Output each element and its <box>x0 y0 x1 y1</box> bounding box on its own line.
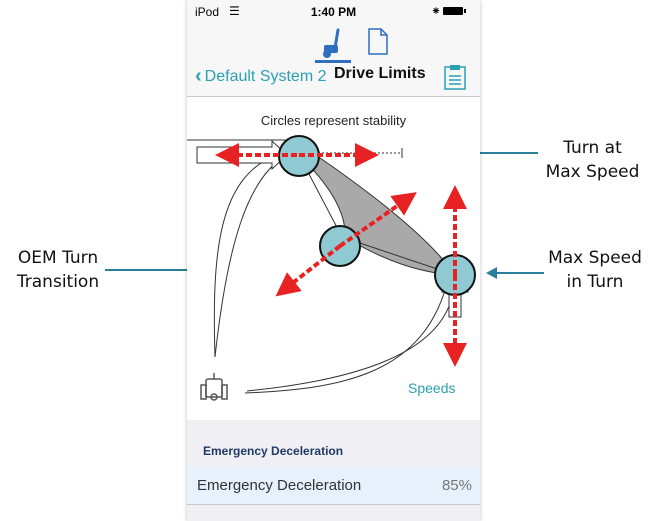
selected-tab-indicator <box>315 60 351 63</box>
section-header: Emergency Deceleration <box>187 420 480 467</box>
callout-arrow-max-speed-in-turn <box>486 267 497 279</box>
callout-max-speed-in-turn: Max Speed in Turn <box>548 248 642 292</box>
battery-icon <box>443 7 466 15</box>
callout-turn-at-max-speed: Turn at Max Speed <box>545 138 640 182</box>
turn-curve-left-inner <box>214 154 288 358</box>
turn-curve-bottom-2 <box>246 296 453 392</box>
red-arrow-down-left <box>275 244 342 297</box>
turn-curve-left-outer <box>213 154 278 358</box>
chevron-left-icon: ‹ <box>195 65 202 87</box>
speeds-label[interactable]: Speeds <box>408 380 455 396</box>
drive-limits-plot[interactable]: Circles represent stability Speeds <box>187 97 480 420</box>
row-label: Emergency Deceleration <box>197 477 362 494</box>
callout-line-max-speed-in-turn <box>496 272 544 274</box>
wheelchair-drive-icon[interactable] <box>315 26 347 62</box>
section-header-title: Emergency Deceleration <box>203 444 344 458</box>
turn-curve-bottom <box>244 274 450 394</box>
page-title: Drive Limits <box>334 65 426 82</box>
callout-oem-turn-transition: OEM Turn Transition <box>16 248 100 292</box>
wheelchair-icon <box>200 373 228 401</box>
phone-screen: iPod ☰ 1:40 PM ⁕ ‹ Default System 2 Drive… <box>187 0 480 521</box>
document-icon[interactable] <box>366 27 390 57</box>
status-bar: iPod ☰ 1:40 PM ⁕ <box>187 0 480 22</box>
back-button-label: Default System 2 <box>204 68 327 85</box>
plot-caption: Circles represent stability <box>260 113 407 128</box>
clipboard-icon[interactable] <box>443 64 467 90</box>
drive-limits-diagram <box>187 135 476 401</box>
bottom-background <box>187 505 480 521</box>
bluetooth-icon: ⁕ <box>431 4 442 18</box>
back-button[interactable]: ‹ Default System 2 <box>195 64 327 87</box>
row-value: 85% <box>441 477 472 494</box>
list-item-emergency-deceleration[interactable]: Emergency Deceleration 85% <box>187 466 480 505</box>
